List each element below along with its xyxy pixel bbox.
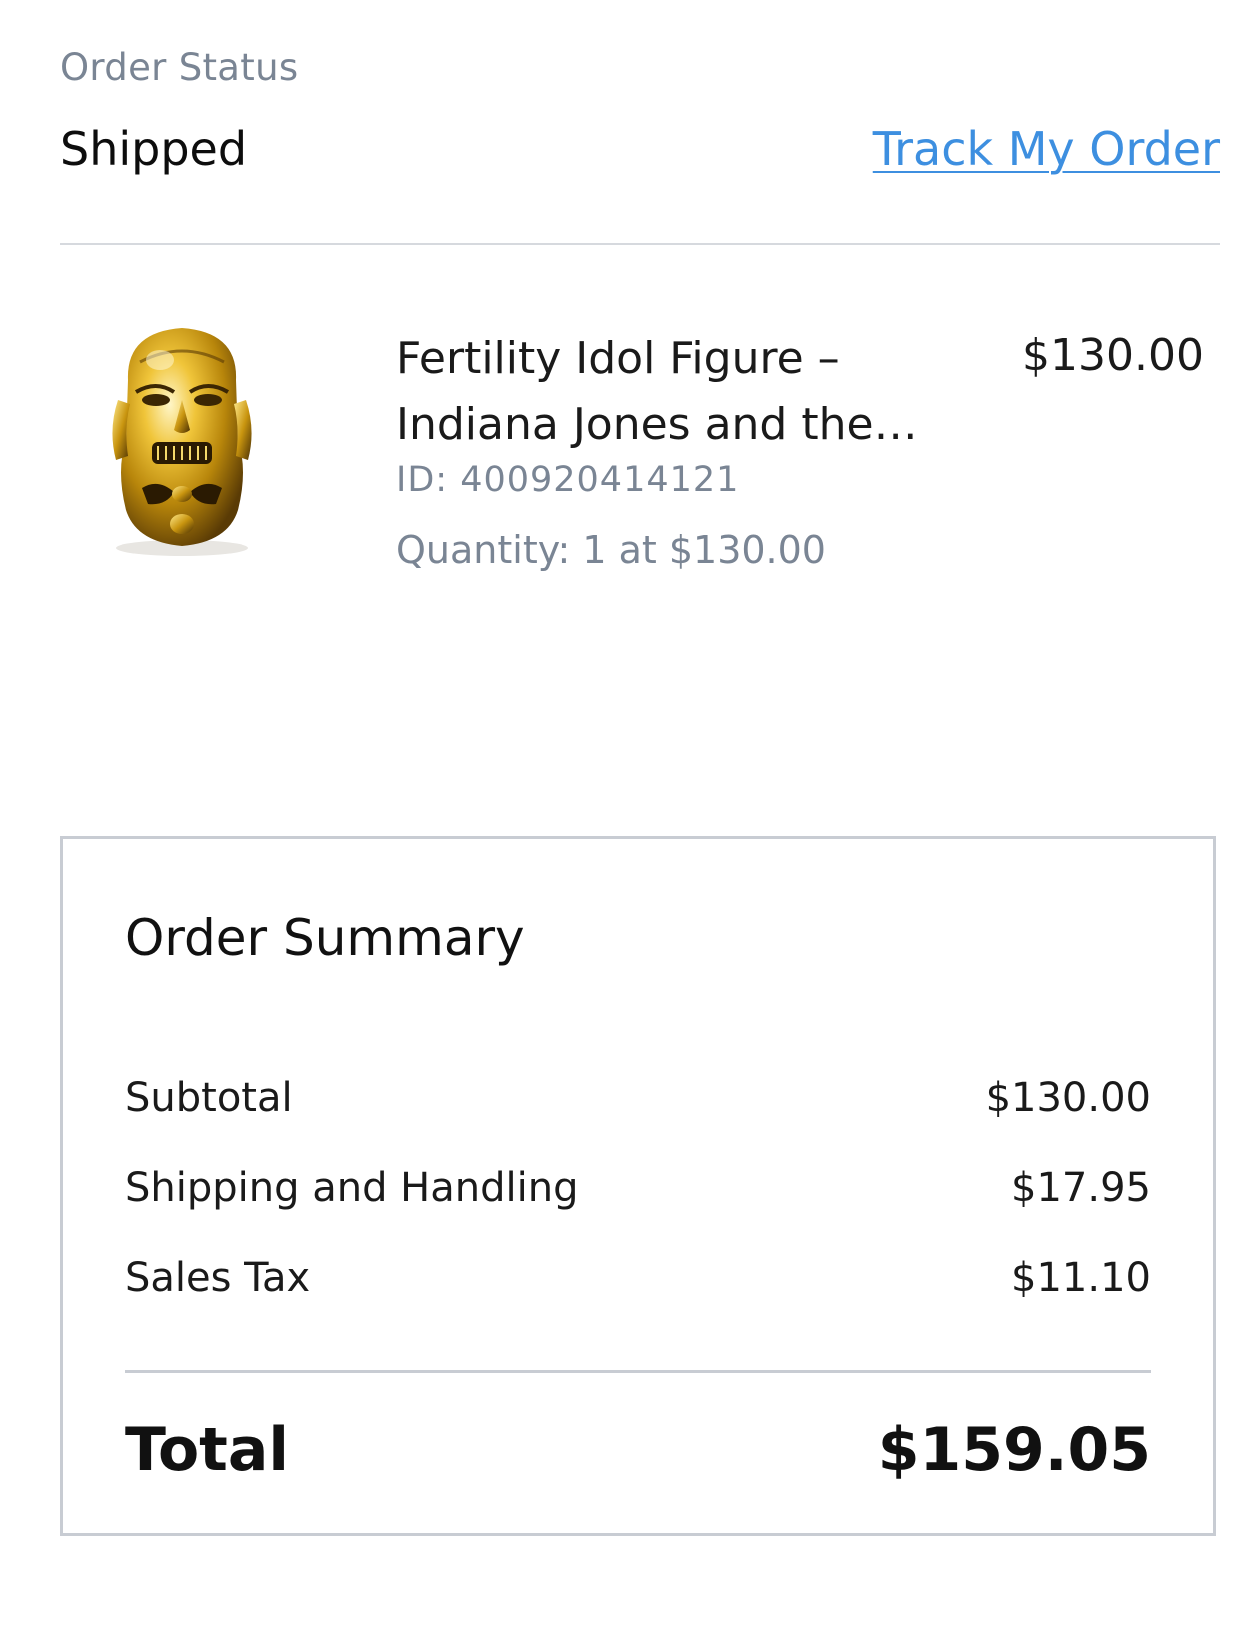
sales-tax-label: Sales Tax [125, 1255, 311, 1301]
total-value: $159.05 [877, 1415, 1151, 1485]
section-divider [60, 243, 1220, 245]
product-title[interactable]: Fertility Idol Figure – Indiana Jones an… [396, 326, 956, 458]
product-quantity: Quantity: 1 at $130.00 [396, 528, 826, 572]
summary-divider [125, 1370, 1151, 1373]
golden-idol-figure-image[interactable] [98, 320, 266, 558]
subtotal-label: Subtotal [125, 1075, 293, 1121]
order-status-label: Order Status [60, 46, 299, 89]
sales-tax-value: $11.10 [1011, 1255, 1151, 1301]
shipping-row: Shipping and Handling $17.95 [125, 1165, 1151, 1221]
total-row: Total $159.05 [125, 1415, 1151, 1495]
shipping-value: $17.95 [1011, 1165, 1151, 1211]
subtotal-row: Subtotal $130.00 [125, 1075, 1151, 1131]
order-summary-title: Order Summary [125, 909, 525, 967]
sales-tax-row: Sales Tax $11.10 [125, 1255, 1151, 1311]
shipping-label: Shipping and Handling [125, 1165, 579, 1211]
order-status-value: Shipped [60, 122, 248, 176]
subtotal-value: $130.00 [985, 1075, 1151, 1121]
product-id: ID: 400920414121 [396, 460, 740, 500]
total-label: Total [125, 1415, 289, 1485]
order-summary-box: Order Summary Subtotal $130.00 Shipping … [60, 836, 1216, 1536]
track-my-order-link[interactable]: Track My Order [873, 122, 1220, 176]
product-price: $130.00 [1022, 330, 1204, 381]
